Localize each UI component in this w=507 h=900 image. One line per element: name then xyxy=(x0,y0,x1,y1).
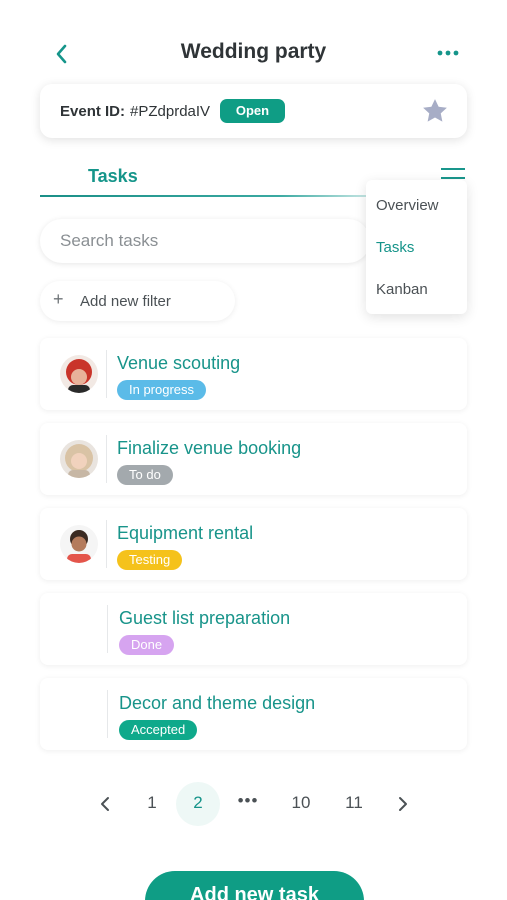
row-divider xyxy=(106,435,107,483)
task-name[interactable]: Venue scouting xyxy=(117,353,240,374)
add-filter-label: Add new filter xyxy=(80,293,171,310)
avatar xyxy=(60,525,98,563)
star-icon[interactable] xyxy=(420,96,450,126)
event-id-label: Event ID: xyxy=(60,103,126,120)
task-row[interactable]: Guest list preparation Done xyxy=(40,593,467,665)
event-card: Event ID: #PZdprdaIV Open xyxy=(40,84,467,138)
event-id-value: #PZdprdaIV xyxy=(130,103,211,120)
task-row[interactable]: Equipment rental Testing xyxy=(40,508,467,580)
avatar xyxy=(60,355,98,393)
header-bar: Wedding party xyxy=(0,0,507,80)
task-status-badge: In progress xyxy=(117,380,207,400)
view-menu-item-overview[interactable]: Overview xyxy=(376,197,439,214)
page-title: Wedding party xyxy=(180,40,327,63)
task-name[interactable]: Equipment rental xyxy=(117,523,253,544)
add-filter-button[interactable]: + Add new filter xyxy=(40,281,235,321)
chevron-left-icon[interactable] xyxy=(90,794,120,814)
page-1[interactable]: 1 xyxy=(137,793,167,813)
row-divider xyxy=(106,350,107,398)
page-10[interactable]: 10 xyxy=(286,793,316,813)
task-name[interactable]: Decor and theme design xyxy=(119,693,315,714)
pagination: 1 2 ••• 10 11 xyxy=(0,780,507,826)
row-divider xyxy=(107,605,108,653)
add-task-button[interactable]: Add new task xyxy=(145,871,364,900)
view-menu-item-kanban[interactable]: Kanban xyxy=(376,281,428,298)
task-name[interactable]: Finalize venue booking xyxy=(117,438,301,459)
tab-underline xyxy=(40,195,380,197)
task-row[interactable]: Finalize venue booking To do xyxy=(40,423,467,495)
pagination-ellipsis: ••• xyxy=(237,791,259,810)
row-divider xyxy=(106,520,107,568)
tab-tasks[interactable]: Tasks xyxy=(88,166,138,187)
task-status-badge: To do xyxy=(117,465,173,485)
task-row[interactable]: Decor and theme design Accepted xyxy=(40,678,467,750)
page-11[interactable]: 11 xyxy=(339,793,369,813)
page-2[interactable]: 2 xyxy=(183,793,213,813)
view-menu: Overview Tasks Kanban xyxy=(366,180,467,314)
task-status-badge: Testing xyxy=(117,550,183,570)
view-menu-item-tasks[interactable]: Tasks xyxy=(376,239,414,256)
avatar xyxy=(60,440,98,478)
more-horizontal-icon[interactable] xyxy=(434,40,462,66)
search-input[interactable] xyxy=(60,229,360,253)
task-status-badge: Accepted xyxy=(119,720,198,740)
chevron-right-icon[interactable] xyxy=(388,794,418,814)
task-status-badge: Done xyxy=(119,635,175,655)
search-box xyxy=(40,219,370,263)
task-name[interactable]: Guest list preparation xyxy=(119,608,290,629)
row-divider xyxy=(107,690,108,738)
status-badge: Open xyxy=(220,99,285,123)
plus-icon: + xyxy=(53,289,64,309)
task-row[interactable]: Venue scouting In progress xyxy=(40,338,467,410)
